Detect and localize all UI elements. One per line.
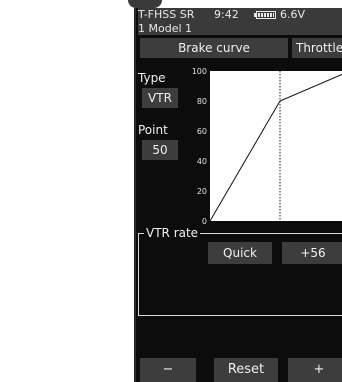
minus-button[interactable]: − — [140, 358, 196, 382]
tab-brake-curve[interactable]: Brake curve — [140, 38, 288, 58]
reset-button[interactable]: Reset — [214, 358, 278, 382]
battery-icon — [254, 11, 276, 19]
clock: 9:42 — [214, 8, 239, 21]
status-bar: T-FHSS SR 9:42 6.6V — [138, 8, 342, 22]
y-tick-label: 60 — [197, 127, 207, 136]
device-notch — [128, 0, 162, 8]
chart-plot-area — [210, 71, 342, 221]
y-tick-label: 0 — [202, 217, 207, 226]
transmitter-screen: T-FHSS SR 9:42 6.6V 1 Model 1 Brake curv… — [134, 8, 342, 382]
y-tick-label: 20 — [197, 187, 207, 196]
vtr-rate-title: VTR rate — [144, 226, 201, 240]
model-bar: 1 Model 1 — [138, 22, 342, 35]
battery-voltage: 6.6V — [280, 8, 306, 21]
plus-button[interactable]: + — [288, 358, 342, 382]
y-tick-label: 40 — [197, 157, 207, 166]
y-tick-label: 80 — [197, 97, 207, 106]
tab-bar: Brake curve Throttle — [136, 38, 342, 58]
tab-throttle[interactable]: Throttle — [292, 38, 342, 58]
brake-curve-chart: 100 80 60 40 20 0 — [192, 67, 342, 226]
vtr-mode-button[interactable]: Quick — [208, 242, 272, 264]
y-tick-label: 100 — [192, 67, 207, 76]
system-label: T-FHSS SR — [138, 8, 195, 21]
vtr-rate-value-button[interactable]: +56 — [282, 242, 342, 264]
